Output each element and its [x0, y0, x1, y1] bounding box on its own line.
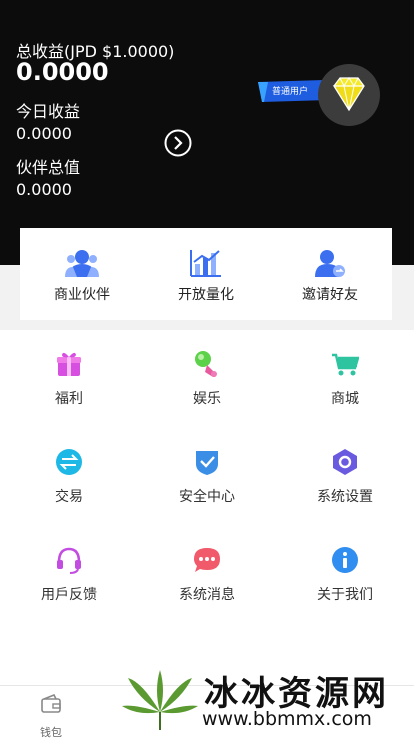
menu-item-label: 安全中心 [179, 489, 235, 505]
user-level-text: 普通用户 [272, 87, 309, 97]
quick-action-quant[interactable]: 开放量化 [144, 248, 268, 304]
quick-action-label: 邀请好友 [302, 287, 358, 303]
menu-item-welfare[interactable]: 福利 [0, 350, 138, 408]
headset-icon [57, 547, 81, 574]
menu-item-label: 系统设置 [317, 489, 373, 505]
chart-icon [190, 250, 221, 277]
menu-item-feedback[interactable]: 用戶反馈 [0, 546, 138, 604]
exchange-icon [56, 449, 82, 475]
info-icon [332, 547, 358, 573]
menu-item-label: 商城 [331, 391, 359, 407]
tab-wallet[interactable]: 钱包 [16, 693, 86, 740]
watermark: 冰冰资源网 www.bbmmx.com [120, 660, 414, 735]
menu-item-label: 娱乐 [193, 391, 221, 407]
partner-icon [65, 250, 99, 277]
joystick-icon [195, 351, 217, 377]
quick-action-partner[interactable]: 商业伙伴 [20, 248, 144, 304]
menu-item-mall[interactable]: 商城 [276, 350, 414, 408]
wallet-icon [41, 693, 61, 713]
menu-item-label: 用戶反馈 [41, 587, 97, 603]
menu-item-label: 系统消息 [179, 587, 235, 603]
chevron-right-icon[interactable] [164, 129, 192, 157]
settings-icon [333, 449, 357, 475]
menu-item-label: 交易 [55, 489, 83, 505]
cart-icon [332, 353, 359, 376]
quick-action-invite[interactable]: 邀请好友 [268, 248, 392, 304]
partner-value-label: 伙伴总值 [16, 158, 81, 177]
tab-wallet-label: 钱包 [40, 726, 62, 739]
quick-action-label: 开放量化 [178, 287, 234, 303]
leaf-logo-icon [122, 670, 198, 730]
shield-icon [196, 451, 218, 475]
menu-item-about[interactable]: 关于我们 [276, 546, 414, 604]
today-earnings-value: 0.0000 [16, 124, 72, 143]
partner-value-value: 0.0000 [16, 180, 72, 199]
menu-item-trade[interactable]: 交易 [0, 448, 138, 506]
earnings-header: 总收益(JPD $1.0000) 0.0000 今日收益 0.0000 伙伴总值… [0, 0, 414, 265]
message-icon [194, 548, 220, 572]
gift-icon [57, 352, 81, 376]
total-earnings-value: 0.0000 [16, 58, 109, 86]
vip-diamond-icon [318, 64, 380, 126]
menu-item-label: 关于我们 [317, 587, 373, 603]
menu-item-security[interactable]: 安全中心 [138, 448, 276, 506]
watermark-url: www.bbmmx.com [202, 708, 372, 730]
today-earnings-label: 今日收益 [16, 102, 81, 121]
quick-action-label: 商业伙伴 [54, 287, 110, 303]
menu-item-entertainment[interactable]: 娱乐 [138, 350, 276, 408]
menu-item-label: 福利 [55, 391, 83, 407]
quick-actions-card: 商业伙伴 开放量化 邀请好友 [20, 228, 392, 320]
menu-item-messages[interactable]: 系统消息 [138, 546, 276, 604]
menu-item-settings[interactable]: 系统设置 [276, 448, 414, 506]
invite-icon [315, 250, 345, 277]
